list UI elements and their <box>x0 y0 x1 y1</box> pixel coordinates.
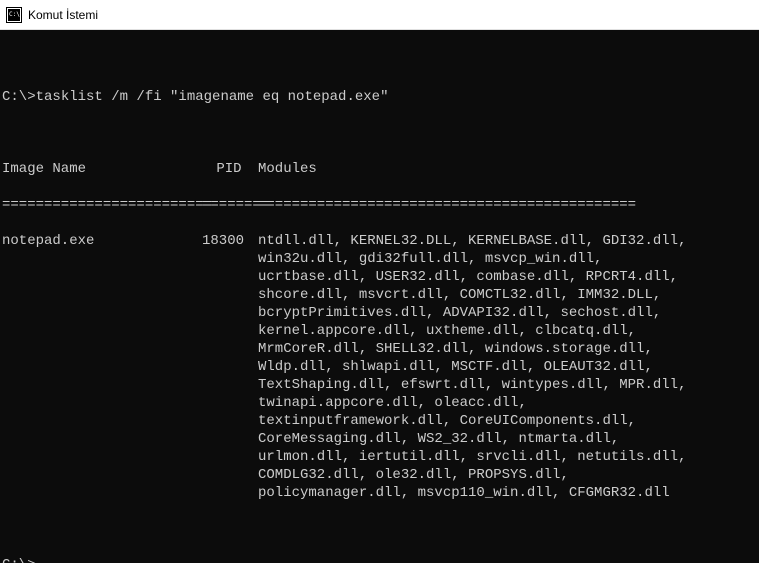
cell-modules: ntdll.dll, KERNEL32.DLL, KERNELBASE.dll,… <box>258 232 688 502</box>
terminal-output[interactable]: C:\>tasklist /m /fi "imagename eq notepa… <box>0 30 759 563</box>
cell-pid: 18300 <box>202 232 258 502</box>
blank-line <box>2 124 757 142</box>
cell-image-name: notepad.exe <box>2 232 202 502</box>
header-pid: PID <box>202 160 258 178</box>
table-header-row: Image NamePID Modules <box>2 160 757 178</box>
header-modules: Modules <box>258 160 688 178</box>
blank-line <box>2 52 757 70</box>
command-text: tasklist /m /fi "imagename eq notepad.ex… <box>36 88 389 106</box>
table-data-row: notepad.exe18300 ntdll.dll, KERNEL32.DLL… <box>2 232 757 502</box>
prompt-path: C:\> <box>2 556 36 563</box>
command-line-current: C:\> <box>2 556 757 563</box>
command-line: C:\>tasklist /m /fi "imagename eq notepa… <box>2 88 757 106</box>
blank-line <box>2 520 757 538</box>
separator-modules: ========================================… <box>258 196 688 214</box>
separator-pid: ======== <box>202 196 258 214</box>
header-image-name: Image Name <box>2 160 202 178</box>
svg-text:C:\: C:\ <box>9 11 20 18</box>
window-titlebar[interactable]: C:\ Komut İstemi <box>0 0 759 30</box>
prompt-path: C:\> <box>2 88 36 106</box>
cmd-icon: C:\ <box>6 7 22 23</box>
window-title: Komut İstemi <box>28 8 98 22</box>
table-separator-row: ========================================… <box>2 196 757 214</box>
separator-image-name: ========================= <box>2 196 202 214</box>
